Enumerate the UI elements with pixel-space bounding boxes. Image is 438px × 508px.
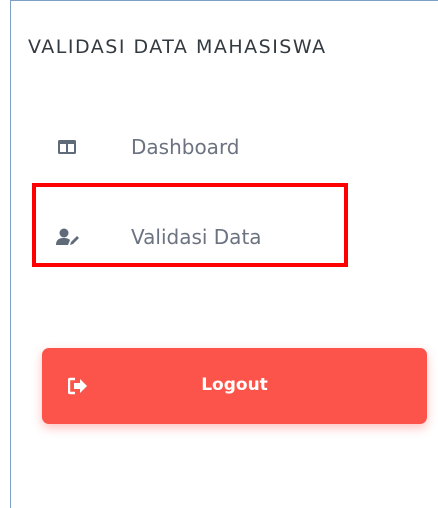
sidebar-title: VALIDASI DATA MAHASISWA <box>28 36 327 58</box>
logout-button[interactable]: Logout <box>42 348 427 424</box>
frame-border-top <box>10 0 438 1</box>
frame-border-left <box>10 0 11 508</box>
logout-label: Logout <box>201 375 268 395</box>
sidebar-item-dashboard[interactable]: Dashboard <box>40 122 340 172</box>
sidebar-item-label: Dashboard <box>131 135 240 159</box>
columns-icon <box>54 137 80 157</box>
highlight-annotation-box <box>32 183 348 267</box>
